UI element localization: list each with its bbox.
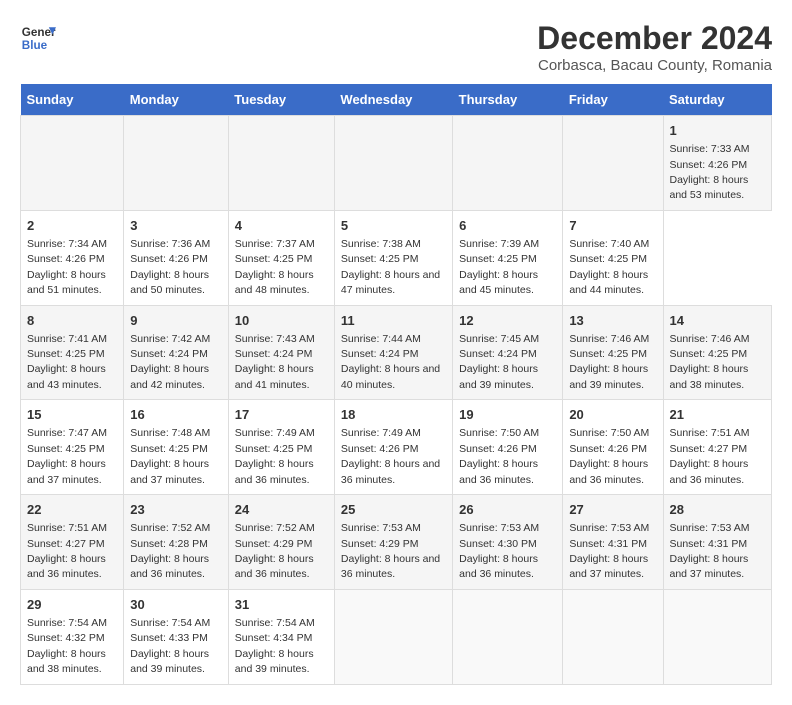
calendar-row: 1Sunrise: 7:33 AMSunset: 4:26 PMDaylight… [21, 116, 772, 211]
page-title: December 2024 [537, 20, 772, 57]
calendar-cell-day-19: 19Sunrise: 7:50 AMSunset: 4:26 PMDayligh… [453, 400, 563, 495]
calendar-cell-empty [663, 589, 772, 684]
calendar-cell-day-23: 23Sunrise: 7:52 AMSunset: 4:28 PMDayligh… [124, 495, 229, 590]
calendar-cell-day-25: 25Sunrise: 7:53 AMSunset: 4:29 PMDayligh… [334, 495, 452, 590]
calendar-cell-day-1: 1Sunrise: 7:33 AMSunset: 4:26 PMDaylight… [663, 116, 772, 211]
calendar-cell-empty [563, 589, 663, 684]
calendar-cell-day-11: 11Sunrise: 7:44 AMSunset: 4:24 PMDayligh… [334, 305, 452, 400]
header-day-friday: Friday [563, 84, 663, 116]
calendar-cell-day-24: 24Sunrise: 7:52 AMSunset: 4:29 PMDayligh… [228, 495, 334, 590]
calendar-cell-empty [124, 116, 229, 211]
calendar-cell-day-2: 2Sunrise: 7:34 AMSunset: 4:26 PMDaylight… [21, 210, 124, 305]
calendar-cell-day-18: 18Sunrise: 7:49 AMSunset: 4:26 PMDayligh… [334, 400, 452, 495]
header-day-sunday: Sunday [21, 84, 124, 116]
calendar-cell-day-30: 30Sunrise: 7:54 AMSunset: 4:33 PMDayligh… [124, 589, 229, 684]
calendar-cell-day-31: 31Sunrise: 7:54 AMSunset: 4:34 PMDayligh… [228, 589, 334, 684]
calendar-row: 15Sunrise: 7:47 AMSunset: 4:25 PMDayligh… [21, 400, 772, 495]
calendar-row: 29Sunrise: 7:54 AMSunset: 4:32 PMDayligh… [21, 589, 772, 684]
calendar-cell-day-28: 28Sunrise: 7:53 AMSunset: 4:31 PMDayligh… [663, 495, 772, 590]
calendar-cell-day-6: 6Sunrise: 7:39 AMSunset: 4:25 PMDaylight… [453, 210, 563, 305]
calendar-cell-day-12: 12Sunrise: 7:45 AMSunset: 4:24 PMDayligh… [453, 305, 563, 400]
logo: General Blue [20, 20, 56, 56]
calendar-cell-day-16: 16Sunrise: 7:48 AMSunset: 4:25 PMDayligh… [124, 400, 229, 495]
calendar-cell-empty [334, 589, 452, 684]
calendar-table: SundayMondayTuesdayWednesdayThursdayFrid… [20, 84, 772, 685]
calendar-cell-day-17: 17Sunrise: 7:49 AMSunset: 4:25 PMDayligh… [228, 400, 334, 495]
title-area: December 2024 Corbasca, Bacau County, Ro… [537, 20, 772, 74]
page-subtitle: Corbasca, Bacau County, Romania [537, 57, 772, 74]
calendar-cell-day-22: 22Sunrise: 7:51 AMSunset: 4:27 PMDayligh… [21, 495, 124, 590]
calendar-cell-day-5: 5Sunrise: 7:38 AMSunset: 4:25 PMDaylight… [334, 210, 452, 305]
calendar-row: 8Sunrise: 7:41 AMSunset: 4:25 PMDaylight… [21, 305, 772, 400]
calendar-cell-empty [453, 589, 563, 684]
calendar-cell-empty [334, 116, 452, 211]
logo-icon: General Blue [20, 20, 56, 56]
calendar-cell-day-13: 13Sunrise: 7:46 AMSunset: 4:25 PMDayligh… [563, 305, 663, 400]
calendar-cell-day-20: 20Sunrise: 7:50 AMSunset: 4:26 PMDayligh… [563, 400, 663, 495]
calendar-cell-day-26: 26Sunrise: 7:53 AMSunset: 4:30 PMDayligh… [453, 495, 563, 590]
page-header: General Blue December 2024 Corbasca, Bac… [20, 20, 772, 74]
calendar-cell-day-15: 15Sunrise: 7:47 AMSunset: 4:25 PMDayligh… [21, 400, 124, 495]
header-day-wednesday: Wednesday [334, 84, 452, 116]
calendar-cell-empty [453, 116, 563, 211]
header-day-monday: Monday [124, 84, 229, 116]
calendar-cell-day-7: 7Sunrise: 7:40 AMSunset: 4:25 PMDaylight… [563, 210, 663, 305]
calendar-cell-day-4: 4Sunrise: 7:37 AMSunset: 4:25 PMDaylight… [228, 210, 334, 305]
header-day-saturday: Saturday [663, 84, 772, 116]
header-row: SundayMondayTuesdayWednesdayThursdayFrid… [21, 84, 772, 116]
calendar-cell-day-9: 9Sunrise: 7:42 AMSunset: 4:24 PMDaylight… [124, 305, 229, 400]
calendar-cell-empty [563, 116, 663, 211]
calendar-cell-empty [21, 116, 124, 211]
calendar-cell-day-10: 10Sunrise: 7:43 AMSunset: 4:24 PMDayligh… [228, 305, 334, 400]
calendar-cell-day-27: 27Sunrise: 7:53 AMSunset: 4:31 PMDayligh… [563, 495, 663, 590]
calendar-cell-empty [228, 116, 334, 211]
calendar-row: 22Sunrise: 7:51 AMSunset: 4:27 PMDayligh… [21, 495, 772, 590]
calendar-cell-day-8: 8Sunrise: 7:41 AMSunset: 4:25 PMDaylight… [21, 305, 124, 400]
calendar-cell-day-21: 21Sunrise: 7:51 AMSunset: 4:27 PMDayligh… [663, 400, 772, 495]
calendar-cell-day-14: 14Sunrise: 7:46 AMSunset: 4:25 PMDayligh… [663, 305, 772, 400]
header-day-thursday: Thursday [453, 84, 563, 116]
calendar-cell-day-3: 3Sunrise: 7:36 AMSunset: 4:26 PMDaylight… [124, 210, 229, 305]
calendar-row: 2Sunrise: 7:34 AMSunset: 4:26 PMDaylight… [21, 210, 772, 305]
calendar-cell-day-29: 29Sunrise: 7:54 AMSunset: 4:32 PMDayligh… [21, 589, 124, 684]
header-day-tuesday: Tuesday [228, 84, 334, 116]
svg-text:Blue: Blue [22, 39, 48, 52]
